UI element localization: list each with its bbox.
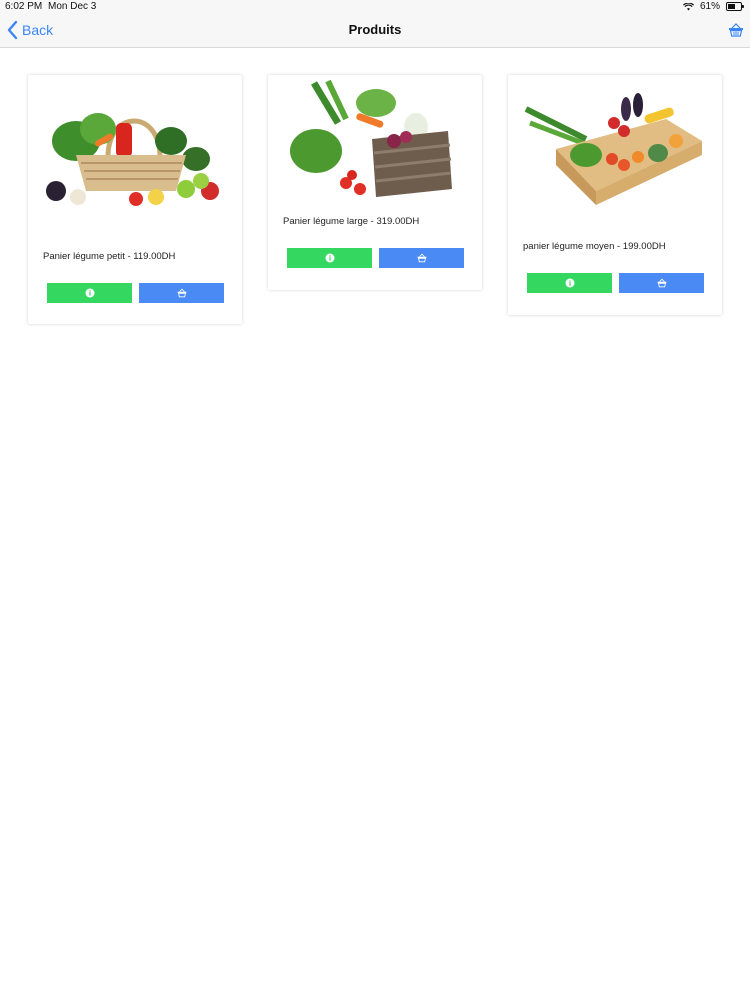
product-info-button[interactable]: [287, 248, 372, 268]
product-name: Panier légume petit - 119.00DH: [43, 251, 176, 262]
navigation-bar: Back Produits: [0, 14, 750, 48]
status-indicators: 61%: [682, 1, 744, 12]
product-card: Panier légume petit - 119.00DH: [28, 75, 242, 324]
wifi-icon: [682, 2, 694, 10]
basket-icon: [417, 253, 426, 263]
product-info-button[interactable]: [47, 283, 132, 303]
battery-percent: 61%: [699, 1, 720, 12]
status-date: Mon Dec 3: [48, 1, 97, 12]
product-name: Panier légume large - 319.00DH: [283, 216, 420, 227]
basket-icon[interactable]: [728, 22, 744, 38]
product-card: Panier légume large - 319.00DH: [268, 75, 482, 290]
info-icon: [565, 278, 574, 288]
add-to-cart-button[interactable]: [139, 283, 224, 303]
vegetable-crate-image: [290, 79, 452, 197]
basket-icon: [177, 288, 186, 298]
product-name: panier légume moyen - 199.00DH: [523, 241, 666, 252]
add-to-cart-button[interactable]: [619, 273, 704, 293]
status-bar: 6:02 PM Mon Dec 3 61%: [0, 0, 750, 14]
product-info-button[interactable]: [527, 273, 612, 293]
product-card: panier légume moyen - 199.00DH: [508, 75, 722, 315]
add-to-cart-button[interactable]: [379, 248, 464, 268]
status-time: 6:02 PM: [5, 1, 43, 12]
info-icon: [85, 288, 94, 298]
battery-icon: [726, 2, 744, 11]
vegetable-box-image: [524, 93, 702, 205]
vegetable-basket-image: [46, 113, 219, 206]
page-title: Produits: [348, 22, 402, 37]
basket-icon: [657, 278, 666, 288]
info-icon: [325, 253, 334, 263]
